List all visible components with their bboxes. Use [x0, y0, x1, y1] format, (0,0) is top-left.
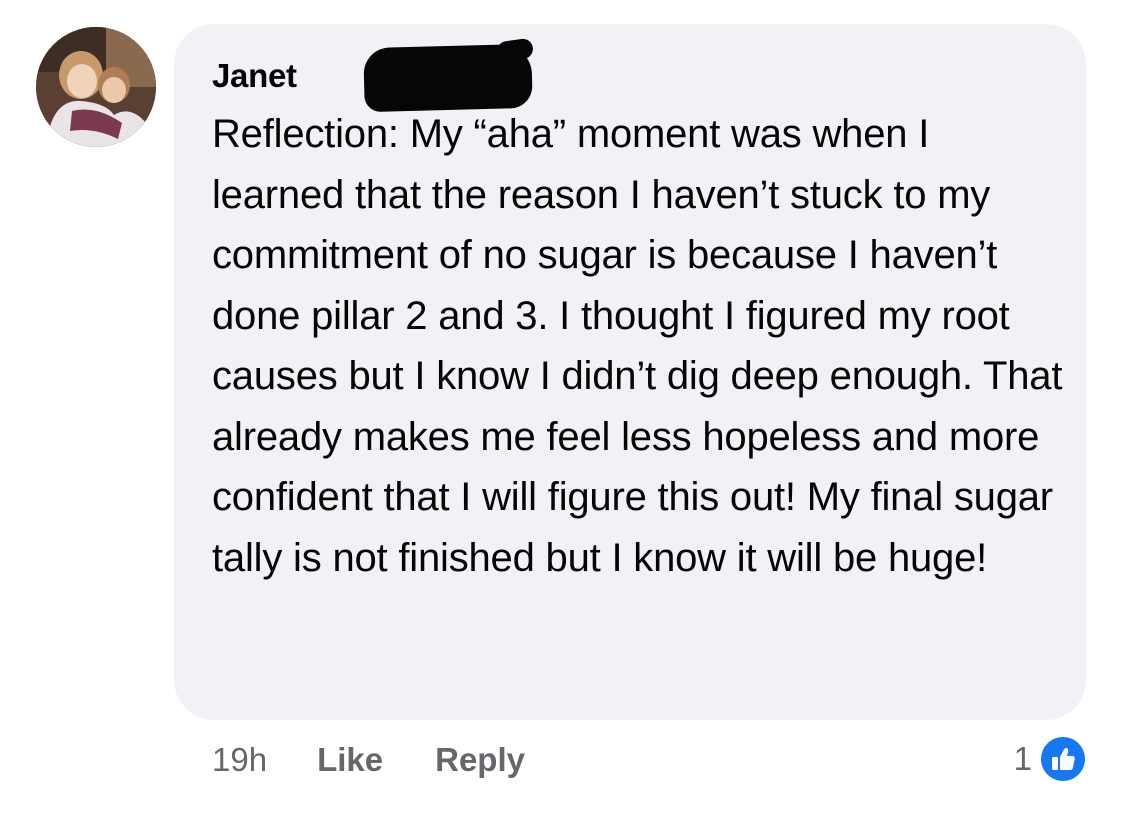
avatar[interactable] — [36, 27, 156, 147]
comment-timestamp[interactable]: 19h — [212, 741, 267, 779]
author-name[interactable]: Janet — [212, 57, 297, 95]
like-thumbs-up-icon — [1041, 737, 1085, 781]
reaction-count: 1 — [1013, 740, 1032, 777]
like-button[interactable]: Like — [317, 741, 383, 779]
comment-actions: 19h Like Reply — [212, 732, 525, 788]
comment-text: Reflection: My “aha” moment was when I l… — [212, 112, 1063, 580]
reaction-summary[interactable]: 1 — [1014, 733, 1088, 785]
comment-author-row: Janet — [212, 37, 535, 113]
redaction-mark-tip — [495, 37, 535, 63]
reply-button[interactable]: Reply — [435, 741, 525, 779]
comment-bubble: Janet Reflection: My “aha” moment was wh… — [174, 24, 1086, 720]
like-reaction-badge — [1038, 734, 1088, 784]
